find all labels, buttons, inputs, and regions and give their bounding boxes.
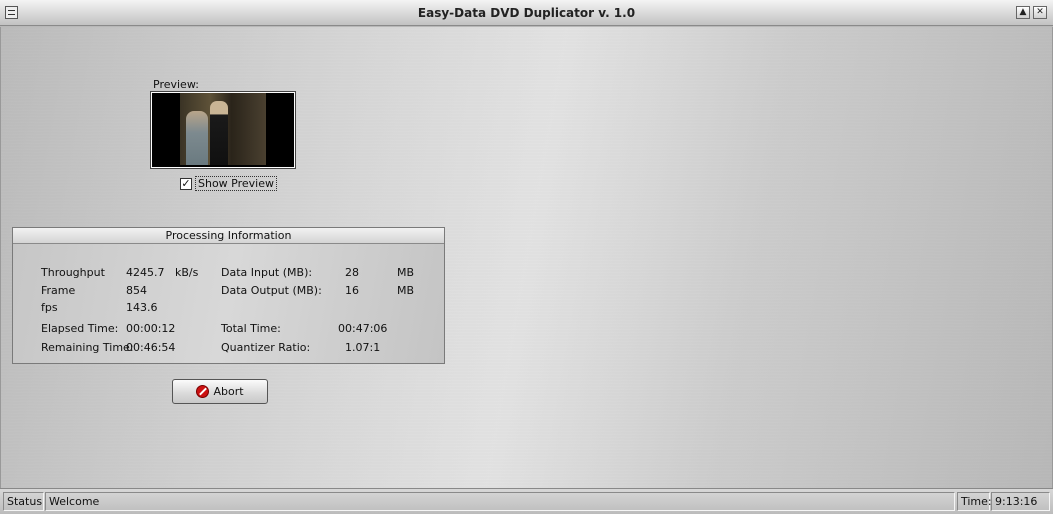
fps-label: fps (41, 301, 58, 314)
data-output-label: Data Output (MB): (221, 284, 322, 297)
preview-label: Preview: (153, 78, 199, 91)
remaining-time-value: 00:46:54 (126, 341, 176, 354)
window-title: Easy-Data DVD Duplicator v. 1.0 (417, 6, 636, 20)
status-label: Status (3, 492, 44, 511)
show-preview-checkbox[interactable]: ✓ Show Preview (180, 176, 277, 191)
abort-button[interactable]: Abort (172, 379, 268, 404)
data-output-unit: MB (397, 284, 415, 297)
frame-value: 854 (126, 284, 147, 297)
data-input-value: 28 (345, 266, 359, 279)
elapsed-time-value: 00:00:12 (126, 322, 176, 335)
clock-value: 9:13:16 AM (991, 492, 1050, 514)
status-message: Welcome (45, 492, 955, 511)
data-output-value: 16 (345, 284, 359, 297)
elapsed-time-label: Elapsed Time: (41, 322, 119, 335)
restore-button[interactable]: ▲ (1016, 6, 1030, 19)
processing-info-header: Processing Information (13, 228, 444, 244)
throughput-value: 4245.7 (126, 266, 165, 279)
status-bar: Status Welcome Time: 9:13:16 AM (0, 488, 1053, 514)
stop-icon (196, 385, 210, 398)
fps-value: 143.6 (126, 301, 158, 314)
throughput-label: Throughput (41, 266, 105, 279)
data-input-unit: MB (397, 266, 415, 279)
close-button[interactable]: ✕ (1033, 6, 1047, 19)
total-time-label: Total Time: (221, 322, 281, 335)
checkbox-checked-icon[interactable]: ✓ (180, 177, 192, 190)
processing-info-panel: Processing Information Throughput 4245.7… (12, 227, 445, 364)
title-bar: Easy-Data DVD Duplicator v. 1.0 ▲ ✕ (0, 0, 1053, 26)
frame-label: Frame (41, 284, 76, 297)
quantizer-ratio-label: Quantizer Ratio: (221, 341, 311, 354)
main-area: Preview: ✓ Show Preview Processing Infor… (0, 27, 1053, 488)
data-input-label: Data Input (MB): (221, 266, 313, 279)
preview-video (150, 91, 296, 169)
time-label: Time: (957, 492, 992, 511)
remaining-time-label: Remaining Time: (41, 341, 134, 354)
quantizer-ratio-value: 1.07:1 (345, 341, 381, 354)
throughput-unit: kB/s (175, 266, 199, 279)
abort-button-label: Abort (213, 385, 244, 398)
total-time-value: 00:47:06 (338, 322, 388, 335)
show-preview-label[interactable]: Show Preview (195, 176, 277, 191)
